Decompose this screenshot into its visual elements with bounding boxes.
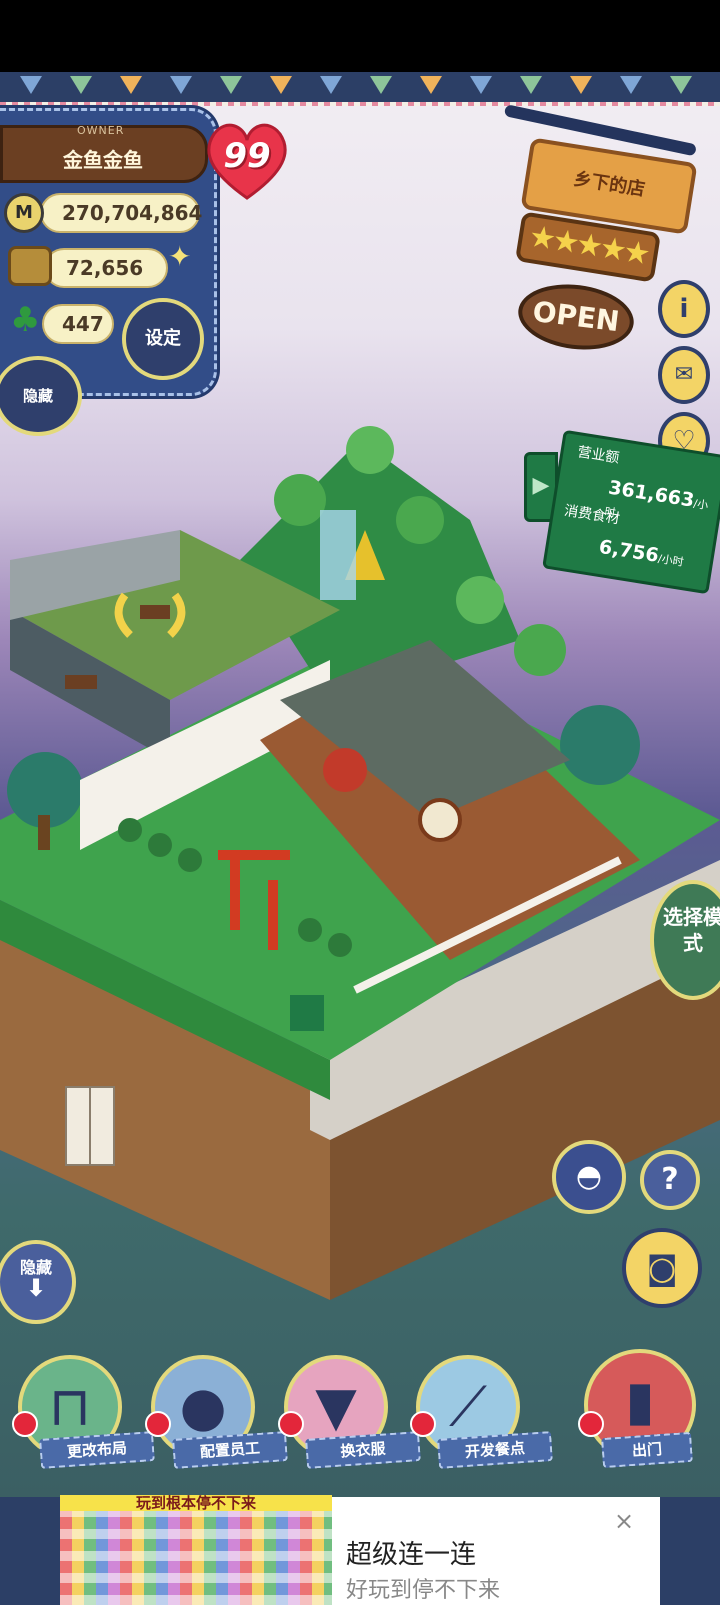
ingredients-value: 72,656 [66,256,144,280]
revenue-board: 营业额 361,663/小时 消费食材 6,756/小时 [542,429,720,595]
coin-icon: M [4,193,44,233]
owner-level: 99 [223,136,271,176]
tool-change-layout[interactable]: ⊓ 更改布局 [12,1355,155,1469]
tree [514,624,566,676]
table [65,675,97,689]
clover-value: 447 [62,312,104,336]
tool-develop-dishes[interactable]: ⟋ 开发餐点 [410,1355,553,1469]
book-button[interactable]: ✉ [658,346,710,404]
tool-label: 出门 [601,1431,693,1469]
settings-button[interactable]: 设定 [122,298,204,380]
hat-icon: ◓ [575,1159,603,1194]
revenue-value: 361,663/小时 [603,476,710,520]
torii-post [268,880,278,950]
pin-icon [578,1411,604,1437]
pin-icon [278,1411,304,1437]
pin-icon [12,1411,38,1437]
tree [456,576,504,624]
potted-plant [328,933,352,957]
potted-plant [148,833,172,857]
torii-post [230,860,240,930]
help-button[interactable]: ? [640,1150,700,1210]
tree [396,496,444,544]
tree [346,426,394,474]
tool-go-out[interactable]: ▮ 出门 [578,1349,698,1469]
ingredient-basket-icon [8,246,52,286]
clover-display: 447 [42,304,114,344]
ingredients-display: 72,656 [44,248,168,288]
owner-name-plate: OWNER 金鱼金鱼 [0,124,208,183]
money-display: 270,704,864 [40,193,203,233]
revenue-label: 营业额 [576,444,621,467]
sparkle-icon: ✦ [168,240,192,273]
taiko-drum [323,748,367,792]
waterfall [320,510,356,600]
potted-plant [178,848,202,872]
tree [274,474,326,526]
ad-image[interactable] [60,1497,332,1605]
arrow-down-icon: ⬇ [25,1274,47,1302]
money-value: 270,704,864 [62,201,203,225]
level-heart[interactable]: 99 [200,112,294,206]
torii-beam [218,850,290,860]
info-button[interactable]: i [658,280,710,338]
taiko-drum [418,798,462,842]
hat-button[interactable]: ◓ [552,1140,626,1214]
tool-assign-staff[interactable]: ● 配置员工 [145,1355,288,1469]
ad-subtitle: 好玩到停不下来 [346,1578,501,1603]
camera-button[interactable]: ◙ [622,1228,702,1308]
clover-icon: ♣ [10,300,41,340]
settings-label: 设定 [145,328,181,349]
potted-plant [298,918,322,942]
hide-top-label: 隐藏 [22,387,53,405]
camera-icon: ◙ [646,1249,678,1287]
ad-image-caption: 玩到根本停不下来 [60,1495,332,1511]
tree-trunk [38,815,50,850]
tool-change-clothes[interactable]: ▼ 换衣服 [278,1355,421,1469]
island-sign[interactable] [290,995,324,1031]
table [140,605,170,619]
owner-name: 金鱼金鱼 [63,148,143,172]
potted-plant [118,818,142,842]
pin-icon [145,1411,171,1437]
ad-title[interactable]: 超级连一连 [346,1534,476,1571]
tree [560,705,640,785]
consume-value: 6,756/小时 [597,535,685,569]
ad-close-button[interactable]: × [614,1507,634,1535]
select-mode-label: 选择模式 [663,905,720,955]
owner-tag: OWNER [77,124,125,137]
pin-icon [410,1411,436,1437]
